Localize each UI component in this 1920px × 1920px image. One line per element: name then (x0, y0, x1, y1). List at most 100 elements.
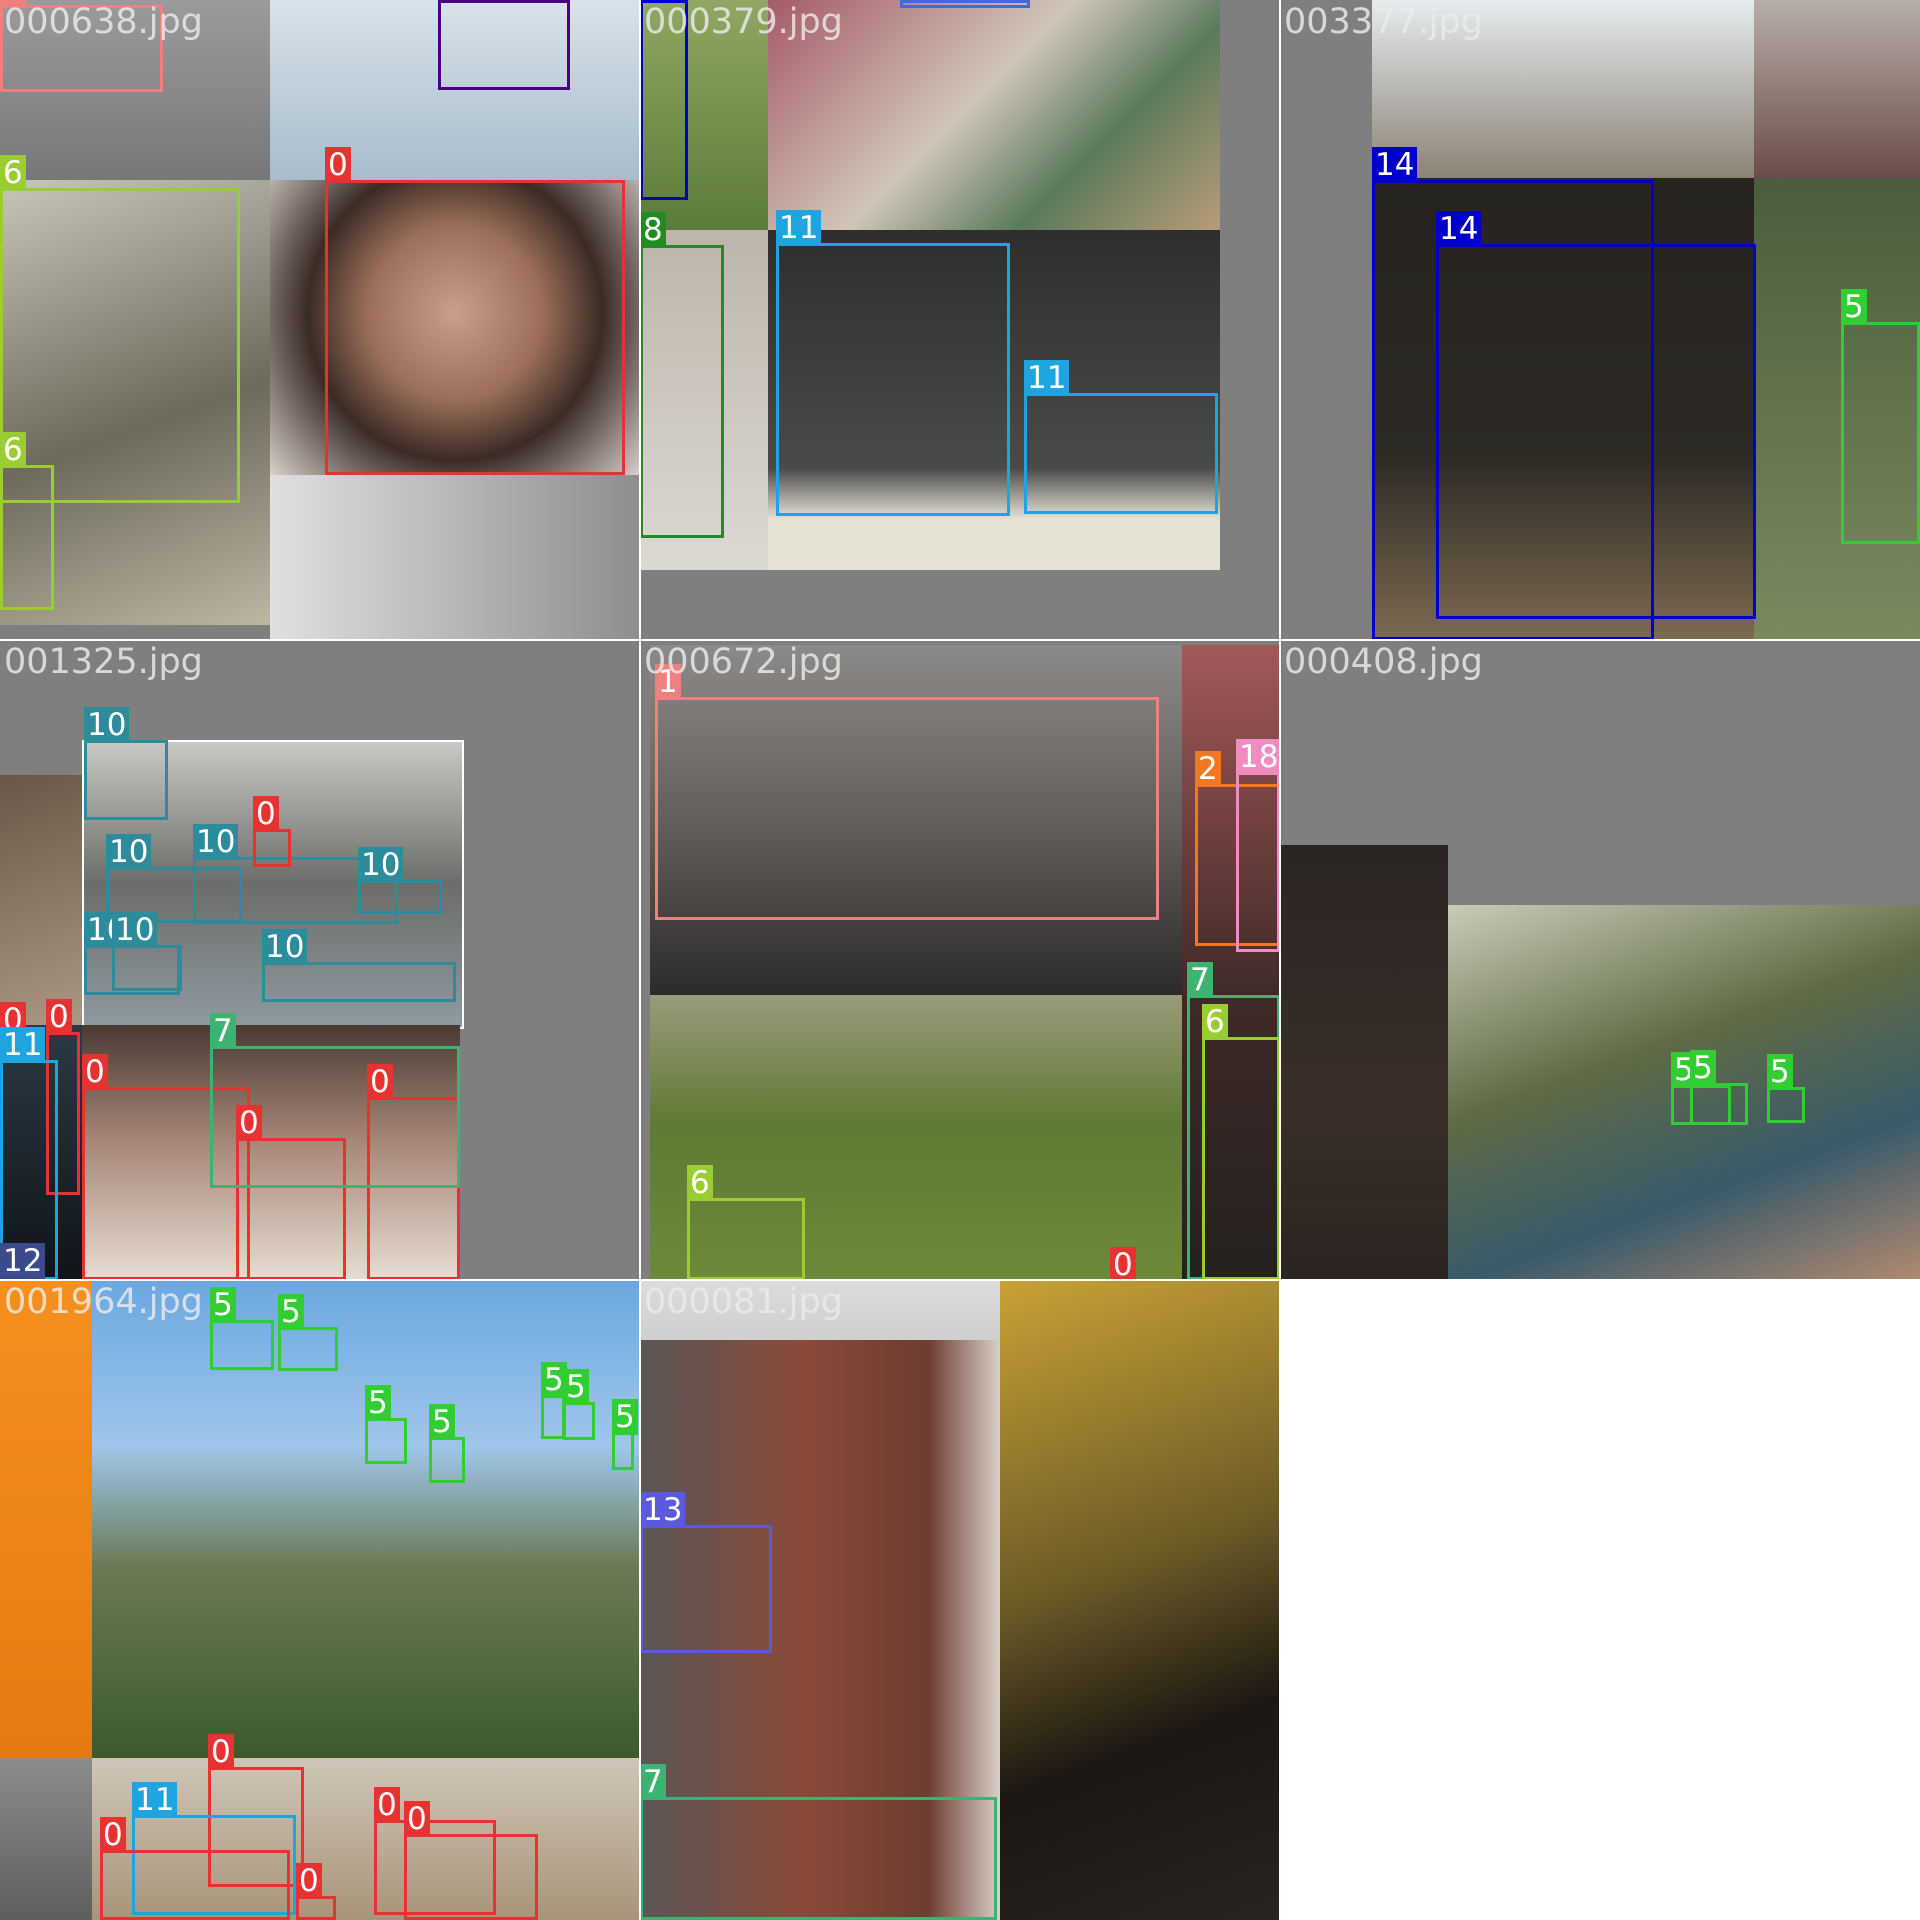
bbox-class-label: 0 (325, 147, 351, 183)
bbox-class-label: 0 (296, 1863, 322, 1899)
bbox-potted-plant: 18 (1236, 739, 1280, 952)
bbox-class-label: 10 (262, 929, 308, 965)
tile-000672: 1 2 18 2 18 2 7 6 6 0 000672.jpg (640, 640, 1280, 1280)
tile-003377: 14 14 5 003377.jpg (1280, 0, 1920, 640)
bbox-class-label: 0 (374, 1787, 400, 1823)
bbox-bird: 5 (365, 1385, 407, 1464)
bbox-motorbike: 11 (1024, 360, 1218, 514)
tile-filename: 000408.jpg (1284, 642, 1483, 682)
bbox-class-label: 10 (112, 912, 158, 948)
bbox-cow: 14 (1436, 211, 1756, 619)
bbox-class-label: 10 (358, 847, 404, 883)
bbox-class-label: 0 (404, 1801, 430, 1837)
bbox-class-label: 0 (46, 999, 72, 1035)
bbox-airplane: 16 (438, 0, 570, 90)
bbox-class-label: 6 (687, 1165, 713, 1201)
bbox-class-label: 7 (210, 1013, 236, 1049)
bbox-person: 0 (253, 796, 291, 867)
bbox-class-label: 5 (612, 1399, 638, 1435)
bbox-class-label: 0 (1110, 1247, 1136, 1280)
tile-001325: 10 10 10 10 10 10 10 0 0 0 0 0 0 11 7 12… (0, 640, 640, 1280)
bbox-class-label: 0 (82, 1054, 108, 1090)
bbox-bird: 5 (541, 1362, 567, 1439)
bbox-bird: 5 (278, 1294, 338, 1371)
bbox-class-label: 10 (193, 824, 239, 860)
tile-empty (1280, 1280, 1920, 1920)
bbox-class-label: 0 (253, 796, 279, 832)
tile-001964: 5 5 5 5 5 5 5 0 11 0 0 0 0 001964.jpg (0, 1280, 640, 1920)
bbox-class-label: 10 (84, 707, 130, 743)
tile-filename: 000638.jpg (4, 2, 203, 42)
bbox-dog: 6 (0, 155, 240, 503)
bbox-class-label: 5 (563, 1369, 589, 1405)
tile-filename: 001964.jpg (4, 1282, 203, 1322)
bbox-bird: 5 (1767, 1054, 1805, 1123)
bbox-class-label: 6 (1202, 1004, 1228, 1040)
photo-table-object (1754, 0, 1920, 178)
bbox-bird: 5 (1690, 1050, 1748, 1125)
bbox-class-label: 16 (438, 0, 484, 3)
bbox-motorbike: 11 (776, 210, 1010, 516)
photo-dark-room (1280, 845, 1448, 1280)
mosaic-grid: 1 16 0 6 6 000638.jpg 14 12 8 11 11 0003… (0, 0, 1920, 1920)
bbox-class-label: 0 (208, 1734, 234, 1770)
bbox-class-label: 5 (1767, 1054, 1793, 1090)
bbox-person: 0 (296, 1863, 336, 1920)
bbox-class-label: 5 (365, 1385, 391, 1421)
bbox-class-label: 11 (132, 1782, 178, 1818)
bbox-dog: 6 (1202, 1004, 1280, 1280)
bbox-bird: 5 (429, 1404, 465, 1483)
bbox-class-label: 0 (100, 1817, 126, 1853)
bbox-bird: 5 (1841, 289, 1920, 544)
bbox-person: 0 (404, 1801, 538, 1920)
bbox-person: 0 (100, 1817, 290, 1920)
bbox-boat: 10 (358, 847, 442, 914)
bbox-class-label: 11 (776, 210, 822, 246)
bbox-class-label: 5 (278, 1294, 304, 1330)
photo-orange-panel (0, 1280, 92, 1758)
bbox-class-label: 5 (429, 1404, 455, 1440)
bbox-class-label: 13 (640, 1492, 686, 1528)
bbox-car: 1 (655, 664, 1159, 920)
tile-filename: 000672.jpg (644, 642, 843, 682)
bbox-class-label: 7 (640, 1764, 666, 1800)
bbox-dog: 6 (687, 1165, 805, 1280)
bbox-class-label: 5 (1690, 1050, 1716, 1086)
bbox-bird: 5 (210, 1287, 274, 1370)
bbox-dog: 6 (0, 432, 54, 610)
bbox-boat: 10 (262, 929, 456, 1002)
photo-gray-fill (270, 475, 640, 640)
tile-filename: 000379.jpg (644, 2, 843, 42)
bbox-class-label: 5 (1841, 289, 1867, 325)
tile-filename: 003377.jpg (1284, 2, 1483, 42)
bbox-class-label: 2 (1195, 751, 1221, 787)
bbox-class-label: 14 (1372, 147, 1418, 183)
bbox-sofa: 7 (210, 1013, 460, 1188)
bbox-class-label: 18 (1236, 739, 1280, 775)
tile-000379: 14 12 8 11 11 000379.jpg (640, 0, 1280, 640)
bbox-class-label: 12 (0, 1243, 46, 1279)
bbox-class-label: 8 (640, 212, 666, 248)
grid-divider (639, 0, 641, 1920)
bbox-sofa: 7 (640, 1764, 997, 1920)
bbox-class-label: 7 (1187, 962, 1213, 998)
grid-divider (0, 1279, 1920, 1281)
bbox-boat: 10 (84, 707, 168, 820)
bbox-class-label: 10 (106, 834, 152, 870)
bbox-dining-table: 12 (900, 0, 1030, 8)
tile-000408: 5 5 5 000408.jpg (1280, 640, 1920, 1280)
photo-trees-aviary (92, 1280, 640, 1758)
bbox-class-label: 12 (900, 0, 946, 3)
tile-filename: 001325.jpg (4, 642, 203, 682)
bbox-class-label: 6 (0, 155, 26, 191)
bbox-tv-monitor: 13 (640, 1492, 772, 1653)
tile-000081: 13 7 000081.jpg (640, 1280, 1280, 1920)
tile-000638: 1 16 0 6 6 000638.jpg (0, 0, 640, 640)
grid-divider (1279, 0, 1281, 1920)
bbox-bird: 5 (612, 1399, 638, 1470)
bbox-class-label: 11 (0, 1027, 46, 1063)
bbox-class-label: 6 (0, 432, 26, 468)
grid-divider (0, 639, 1920, 641)
bbox-person: 0 (325, 147, 625, 475)
bbox-class-label: 14 (1436, 211, 1482, 247)
